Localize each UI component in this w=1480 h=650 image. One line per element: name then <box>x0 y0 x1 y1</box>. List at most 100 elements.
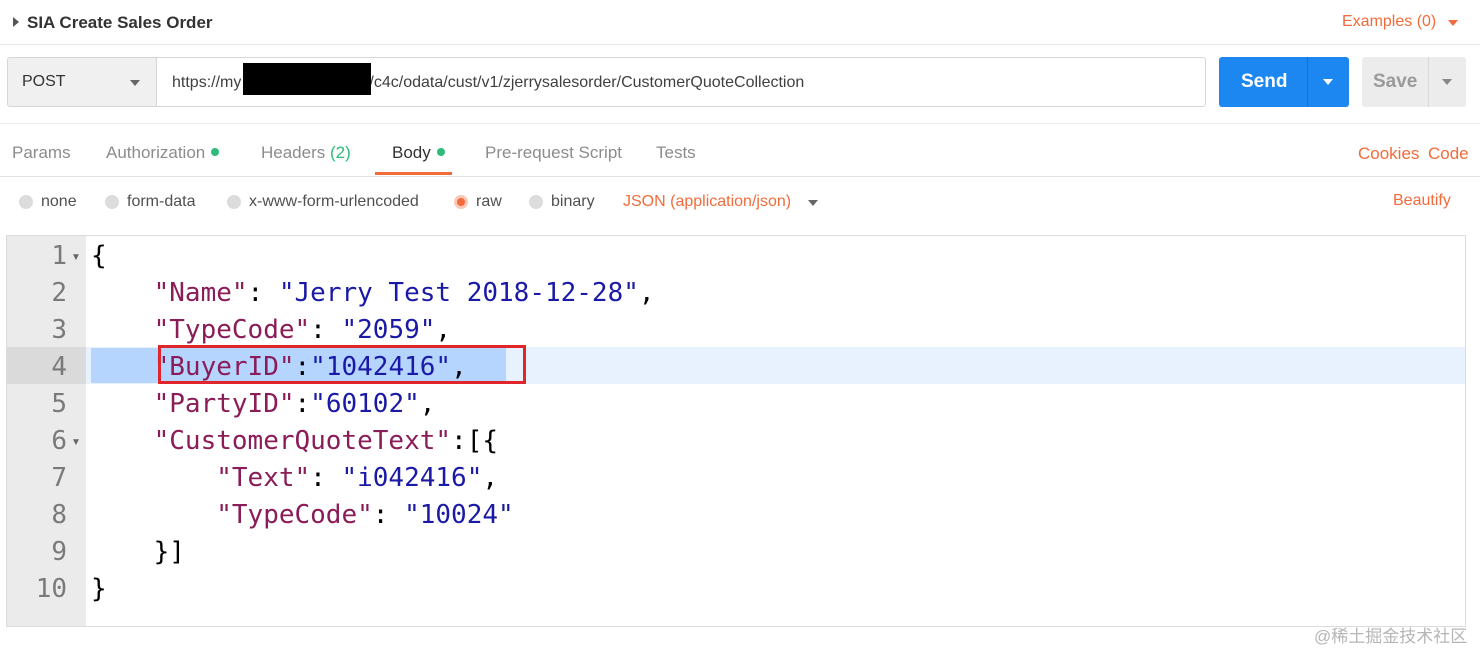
tab-tests[interactable]: Tests <box>656 143 696 163</box>
send-divider <box>1307 57 1308 107</box>
code-line[interactable]: } <box>91 571 107 608</box>
code-punct: : <box>310 463 342 493</box>
active-tab-indicator <box>375 172 452 175</box>
save-divider <box>1428 57 1429 107</box>
tab-prerequest-label: Pre-request Script <box>485 143 622 162</box>
line-number: 3 <box>51 315 67 345</box>
code-punct: : <box>247 278 279 308</box>
save-button[interactable]: Save <box>1362 57 1466 107</box>
tab-params-label: Params <box>12 143 71 162</box>
option-binary-label[interactable]: binary <box>551 193 595 211</box>
code-line[interactable]: "TypeCode": "10024" <box>91 497 514 534</box>
json-key: "Name" <box>153 278 248 308</box>
json-key: "TypeCode" <box>153 315 311 345</box>
collapse-triangle-icon[interactable] <box>13 17 19 27</box>
code-punct: { <box>91 241 107 271</box>
code-line[interactable]: "CustomerQuoteText":[{ <box>91 423 498 460</box>
line-number: 1 <box>51 241 67 271</box>
line-number: 6 <box>51 426 67 456</box>
method-caret-icon <box>130 80 140 86</box>
json-key: "CustomerQuoteText" <box>153 426 452 456</box>
examples-caret-icon[interactable] <box>1448 20 1458 26</box>
option-urlencoded-label[interactable]: x-www-form-urlencoded <box>249 193 419 211</box>
content-type-dropdown[interactable]: JSON (application/json) <box>623 193 791 211</box>
examples-dropdown[interactable]: Examples (0) <box>1342 13 1436 31</box>
fold-arrow-icon[interactable]: ▼ <box>71 437 81 448</box>
send-options-caret-icon[interactable] <box>1323 79 1333 85</box>
beautify-link[interactable]: Beautify <box>1393 192 1451 210</box>
option-none-label[interactable]: none <box>41 193 77 211</box>
send-button[interactable]: Send <box>1219 57 1349 107</box>
option-form-data-label[interactable]: form-data <box>127 193 195 211</box>
content-type-caret-icon[interactable] <box>808 200 818 206</box>
code-punct: , <box>638 278 655 308</box>
code-punct: , <box>435 315 452 345</box>
tab-headers[interactable]: Headers (2) <box>261 143 351 163</box>
status-dot-icon <box>436 148 445 156</box>
request-tabs: Params Authorization Headers (2) Body Pr… <box>0 123 1480 177</box>
json-string: "10024" <box>404 500 514 530</box>
code-line[interactable]: }] <box>91 534 185 571</box>
request-title-bar: SIA Create Sales Order Examples (0) <box>0 0 1480 45</box>
send-label: Send <box>1241 71 1288 92</box>
json-key: "TypeCode" <box>216 500 373 530</box>
line-number: 9 <box>51 537 67 567</box>
line-number: 5 <box>51 389 67 419</box>
json-string: "Jerry Test 2018-12-28" <box>278 278 639 308</box>
line-number: 4 <box>51 352 67 382</box>
code-punct: , <box>482 463 499 493</box>
code-punct: }] <box>91 537 185 567</box>
json-key: "PartyID" <box>153 389 295 419</box>
code-punct: } <box>91 574 107 604</box>
code-punct: :[{ <box>451 426 499 456</box>
code-punct: , <box>419 389 436 419</box>
cookies-link[interactable]: Cookies <box>1358 144 1419 164</box>
json-key: "Text" <box>216 463 311 493</box>
fold-arrow-icon[interactable]: ▼ <box>71 252 81 263</box>
json-string: "60102" <box>310 389 420 419</box>
status-dot-icon <box>211 148 220 156</box>
tab-body-label: Body <box>392 143 431 162</box>
radio-raw[interactable] <box>454 195 468 209</box>
tab-authorization[interactable]: Authorization <box>106 143 220 163</box>
code-line[interactable]: "TypeCode": "2059", <box>91 312 451 349</box>
option-raw-label[interactable]: raw <box>476 193 502 211</box>
line-number: 7 <box>51 463 67 493</box>
request-name[interactable]: SIA Create Sales Order <box>27 13 213 33</box>
save-options-caret-icon[interactable] <box>1442 79 1452 85</box>
code-line[interactable]: "Text": "i042416", <box>91 460 498 497</box>
radio-binary[interactable] <box>529 195 543 209</box>
save-label: Save <box>1373 71 1418 92</box>
line-number: 10 <box>35 574 67 604</box>
watermark: @稀土掘金技术社区 <box>1314 627 1468 646</box>
radio-none[interactable] <box>19 195 33 209</box>
json-string: "2059" <box>341 315 436 345</box>
method-select[interactable]: POST <box>7 57 157 107</box>
radio-form-data[interactable] <box>105 195 119 209</box>
headers-count-badge: (2) <box>330 143 351 162</box>
code-line[interactable]: "Name": "Jerry Test 2018-12-28", <box>91 275 655 312</box>
line-number: 8 <box>51 500 67 530</box>
code-line[interactable]: { <box>91 238 107 275</box>
code-link[interactable]: Code <box>1428 144 1469 164</box>
line-number: 2 <box>51 278 67 308</box>
code-line[interactable]: "PartyID":"60102", <box>91 386 436 423</box>
annotation-highlight-box <box>158 345 526 384</box>
tab-params[interactable]: Params <box>12 143 71 163</box>
code-punct: : <box>310 315 342 345</box>
radio-urlencoded[interactable] <box>227 195 241 209</box>
code-punct: : <box>372 500 405 530</box>
tab-body[interactable]: Body <box>392 143 445 163</box>
body-editor[interactable]: 1 ▼ { 2 "Name": "Jerry Test 2018-12-28",… <box>6 235 1466 627</box>
tab-pre-request-script[interactable]: Pre-request Script <box>485 143 622 163</box>
redaction-block <box>243 63 371 95</box>
code-punct: : <box>294 389 311 419</box>
json-string: "i042416" <box>341 463 483 493</box>
